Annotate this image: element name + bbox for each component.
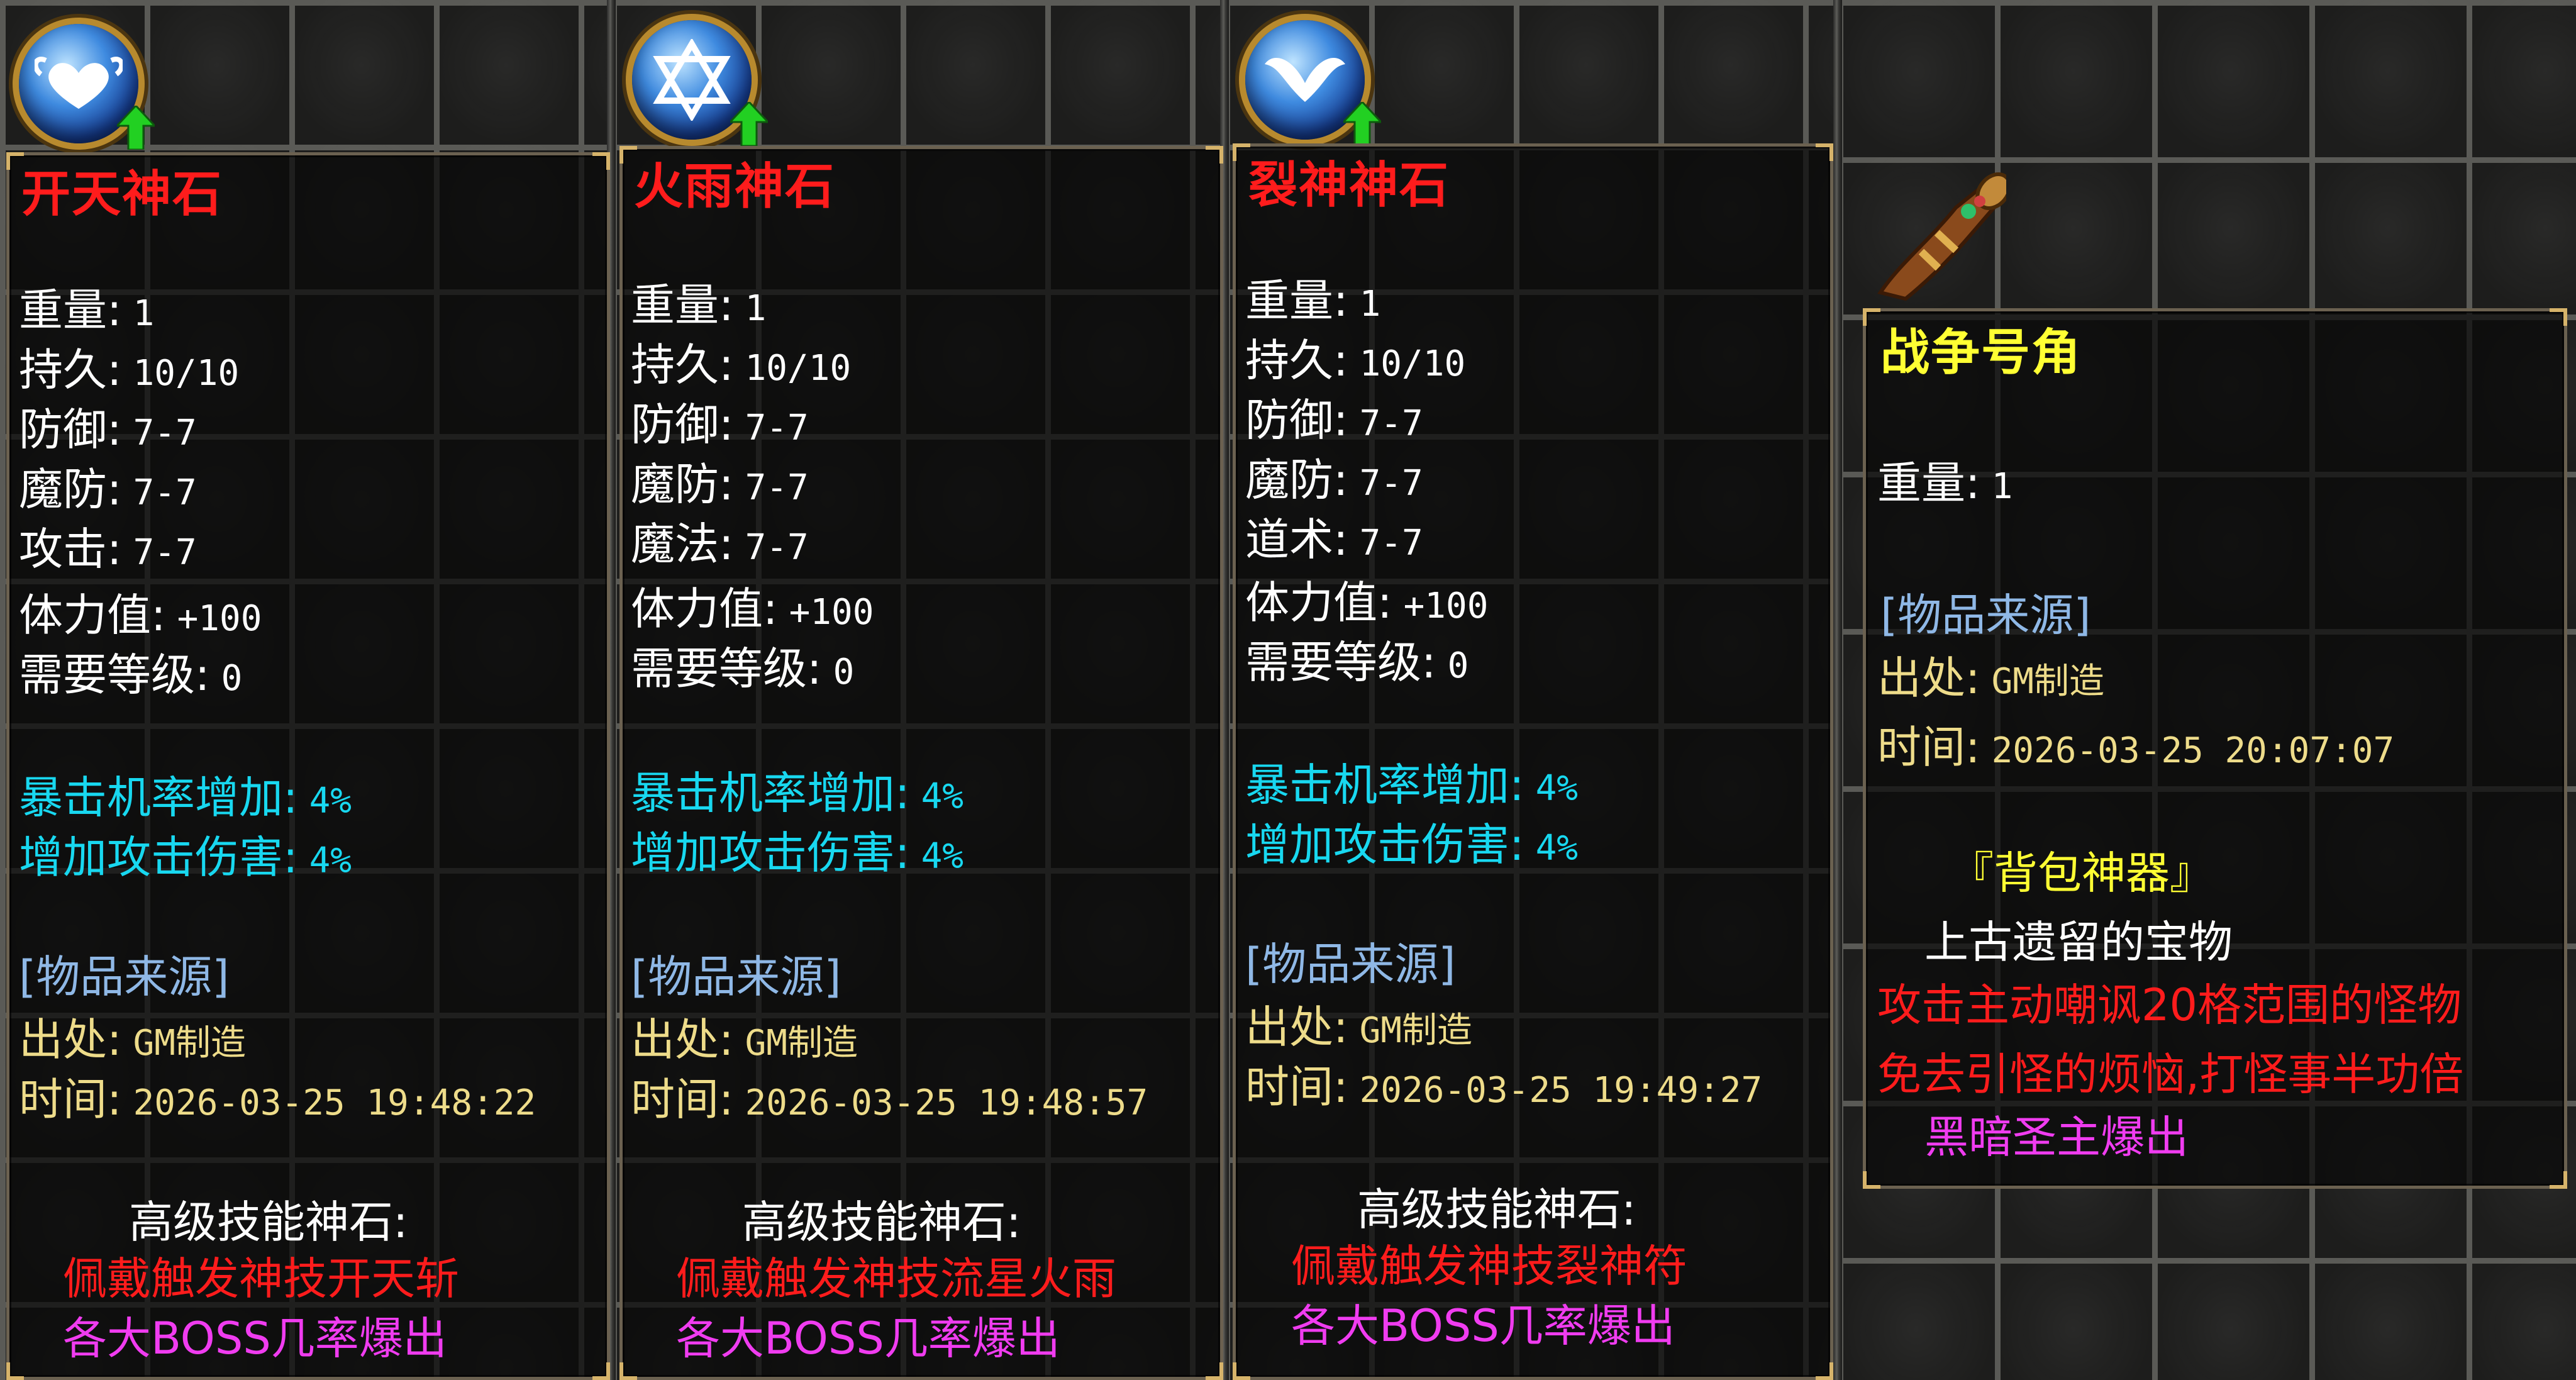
heart-wings-orb-icon[interactable] <box>19 24 155 150</box>
bonus-row: 暴击机率增加: 4% <box>19 772 352 823</box>
stat-row: 需要等级: 0 <box>1245 637 1469 688</box>
bonus-row: 增加攻击伤害: 4% <box>1245 819 1579 871</box>
item-name: 火雨神石 <box>634 159 836 215</box>
item-name: 开天神石 <box>21 166 223 223</box>
item-flavor: 上古遗留的宝物 <box>1924 916 2233 968</box>
stat-row: 体力值: +100 <box>631 583 874 635</box>
time-row: 时间: 2026-03-25 19:48:22 <box>19 1074 536 1125</box>
item-tooltip-2 <box>619 146 1223 1380</box>
screenshot-divider <box>1833 0 1842 1380</box>
drop-source: 各大BOSS几率爆出 <box>676 1313 1060 1364</box>
stat-row: 魔防: 7-7 <box>1245 454 1423 506</box>
source-header: [物品来源] <box>1245 938 1456 990</box>
skill-description: 佩戴触发神技裂神符 <box>1291 1240 1687 1292</box>
bonus-row: 增加攻击伤害: 4% <box>19 832 352 883</box>
time-row: 时间: 2026-03-25 20:07:07 <box>1877 721 2395 773</box>
source-header: [物品来源] <box>19 951 230 1003</box>
stat-row: 持久: 10/10 <box>631 339 852 391</box>
stat-row: 重量: 1 <box>1877 457 2013 509</box>
stat-row: 防御: 7-7 <box>19 404 197 455</box>
origin-row: 出处: GM制造 <box>1877 652 2105 704</box>
war-horn-icon[interactable] <box>1862 170 2006 302</box>
stat-row: 需要等级: 0 <box>631 643 855 694</box>
stat-row: 攻击: 7-7 <box>19 523 197 575</box>
drop-source: 各大BOSS几率爆出 <box>63 1313 447 1364</box>
origin-row: 出处: GM制造 <box>631 1014 858 1066</box>
stat-row: 防御: 7-7 <box>1245 394 1423 446</box>
stat-row: 持久: 10/10 <box>19 344 240 396</box>
stat-row: 体力值: +100 <box>1245 577 1489 628</box>
origin-row: 出处: GM制造 <box>1245 1001 1473 1053</box>
bonus-row: 增加攻击伤害: 4% <box>631 827 964 879</box>
drop-source: 黑暗圣主爆出 <box>1924 1111 2189 1163</box>
stat-row: 重量: 1 <box>631 279 767 331</box>
green-up-arrow-icon <box>730 102 768 146</box>
source-header: [物品来源] <box>631 951 841 1003</box>
stat-row: 魔防: 7-7 <box>19 464 197 515</box>
source-header: [物品来源] <box>1880 589 2091 641</box>
origin-row: 出处: GM制造 <box>19 1014 247 1066</box>
star-of-david-orb-icon[interactable] <box>632 20 768 146</box>
skill-title: 高级技能神石: <box>129 1196 408 1248</box>
item-name: 战争号角 <box>1880 325 2082 381</box>
item-name: 裂神神石 <box>1248 157 1450 214</box>
skill-title: 高级技能神石: <box>1357 1184 1636 1235</box>
bonus-row: 暴击机率增加: 4% <box>1245 759 1579 811</box>
stat-row: 需要等级: 0 <box>19 649 243 701</box>
item-effect: 免去引怪的烦恼,打怪事半功倍 <box>1877 1049 2464 1100</box>
item-effect: 攻击主动嘲讽20格范围的怪物 <box>1877 979 2462 1031</box>
stat-row: 防御: 7-7 <box>631 399 809 450</box>
wings-orb-icon[interactable] <box>1245 20 1381 146</box>
stat-row: 体力值: +100 <box>19 589 262 641</box>
stat-row: 魔防: 7-7 <box>631 459 809 510</box>
green-up-arrow-icon <box>117 106 155 150</box>
skill-title: 高级技能神石: <box>742 1196 1021 1248</box>
skill-description: 佩戴触发神技流星火雨 <box>676 1253 1116 1305</box>
stat-row: 道术: 7-7 <box>1245 514 1423 565</box>
skill-description: 佩戴触发神技开天斩 <box>63 1253 459 1305</box>
green-up-arrow-icon <box>1343 102 1381 146</box>
item-tag: 『背包神器』 <box>1950 847 2214 899</box>
stat-row: 重量: 1 <box>19 284 155 336</box>
stat-row: 持久: 10/10 <box>1245 335 1466 386</box>
bonus-row: 暴击机率增加: 4% <box>631 767 964 819</box>
time-row: 时间: 2026-03-25 19:49:27 <box>1245 1061 1763 1113</box>
stat-row: 重量: 1 <box>1245 275 1381 326</box>
stat-row: 魔法: 7-7 <box>631 518 809 570</box>
time-row: 时间: 2026-03-25 19:48:57 <box>631 1074 1148 1125</box>
drop-source: 各大BOSS几率爆出 <box>1291 1300 1675 1352</box>
